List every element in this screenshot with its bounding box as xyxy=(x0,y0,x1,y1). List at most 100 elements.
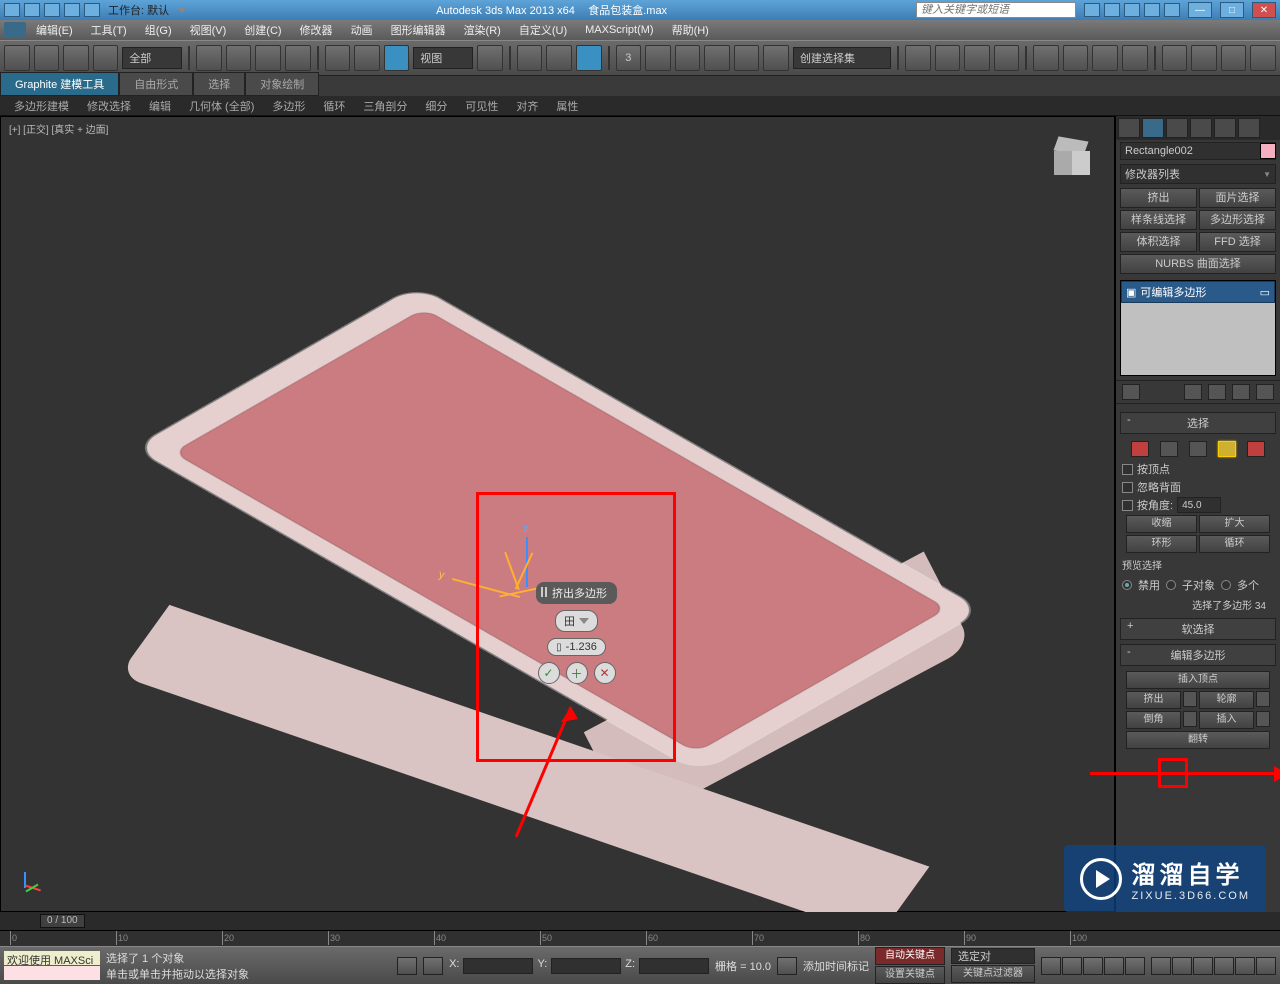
subtab-geomall[interactable]: 几何体 (全部) xyxy=(181,96,262,116)
teapot2-icon[interactable] xyxy=(1250,45,1276,71)
by-angle-row[interactable]: 按角度: 45.0 xyxy=(1122,496,1274,514)
viewport-label[interactable]: [+] [正交] [真实 + 边面] xyxy=(9,121,108,136)
flip-button[interactable]: 翻转 xyxy=(1126,731,1270,749)
zoom-extents-icon[interactable] xyxy=(1193,957,1213,975)
object-name-input[interactable]: Rectangle002 xyxy=(1120,142,1276,160)
menu-help[interactable]: 帮助(H) xyxy=(664,20,717,40)
utilities-tab-icon[interactable] xyxy=(1238,118,1260,138)
new-icon[interactable] xyxy=(4,3,20,17)
redo2-icon[interactable] xyxy=(34,45,60,71)
by-vertex-row[interactable]: 按顶点 xyxy=(1122,460,1274,478)
caddy-value-spinner[interactable]: ▯ -1.236 xyxy=(547,638,606,656)
render-setup-icon[interactable] xyxy=(1092,45,1118,71)
remove-icon[interactable] xyxy=(1232,384,1250,400)
outline-settings-icon[interactable] xyxy=(1256,691,1270,707)
loop-button[interactable]: 循环 xyxy=(1199,535,1270,553)
pan-icon[interactable] xyxy=(1151,957,1171,975)
lock-selection-icon[interactable] xyxy=(397,957,417,975)
ribbon-tab-freeform[interactable]: 自由形式 xyxy=(119,72,193,96)
lock-icon[interactable]: ▭ xyxy=(1260,286,1270,299)
extrude-button[interactable]: 挤出 xyxy=(1126,691,1181,709)
render-prod-icon[interactable] xyxy=(1191,45,1217,71)
caddy-cancel-button[interactable]: ✕ xyxy=(594,662,616,684)
caddy-apply-button[interactable]: ＋ xyxy=(566,662,588,684)
rollout-editpoly-header[interactable]: -编辑多边形 xyxy=(1120,644,1276,666)
maxscript-mini[interactable]: 欢迎使用 MAXSci xyxy=(4,951,100,980)
rollout-selection-header[interactable]: -选择 xyxy=(1120,412,1276,434)
radio-multi[interactable] xyxy=(1221,580,1231,590)
percentsnap-icon[interactable] xyxy=(675,45,701,71)
rollout-softsel-header[interactable]: +软选择 xyxy=(1120,618,1276,640)
selected-set[interactable]: 选定对 xyxy=(951,948,1035,964)
menu-view[interactable]: 视图(V) xyxy=(182,20,235,40)
polygon-level-icon[interactable] xyxy=(1218,441,1236,457)
menu-modifiers[interactable]: 修改器 xyxy=(292,20,341,40)
create-tab-icon[interactable] xyxy=(1118,118,1140,138)
caddy-ok-button[interactable]: ✓ xyxy=(538,662,560,684)
motion-tab-icon[interactable] xyxy=(1190,118,1212,138)
undo2-icon[interactable] xyxy=(4,45,30,71)
rendered-frame-icon[interactable] xyxy=(1122,45,1148,71)
layers-icon[interactable] xyxy=(935,45,961,71)
display-tab-icon[interactable] xyxy=(1214,118,1236,138)
modify-tab-icon[interactable] xyxy=(1142,118,1164,138)
subtab-loops[interactable]: 循环 xyxy=(315,96,353,116)
ribbon-tab-objpaint[interactable]: 对象绘制 xyxy=(245,72,319,96)
checkbox-icon[interactable] xyxy=(1122,500,1133,511)
caddy-mode-dropdown[interactable]: 田 xyxy=(555,610,598,632)
open-icon[interactable] xyxy=(24,3,40,17)
material-editor-icon[interactable] xyxy=(1063,45,1089,71)
z-input[interactable] xyxy=(639,958,709,974)
field-of-view-icon[interactable] xyxy=(1214,957,1234,975)
abs-rel-icon[interactable] xyxy=(777,957,797,975)
subtab-subdiv[interactable]: 细分 xyxy=(417,96,455,116)
modifier-stack[interactable]: ▣ 可编辑多边形 ▭ xyxy=(1120,280,1276,376)
extrude-settings-icon[interactable] xyxy=(1183,691,1197,707)
window-crossing-icon[interactable] xyxy=(285,45,311,71)
subtab-edit[interactable]: 编辑 xyxy=(141,96,179,116)
ring-button[interactable]: 环形 xyxy=(1126,535,1197,553)
edge-level-icon[interactable] xyxy=(1160,441,1178,457)
grow-button[interactable]: 扩大 xyxy=(1199,515,1270,533)
prev-frame-icon[interactable] xyxy=(1062,957,1082,975)
set-btn-volsel[interactable]: 体积选择 xyxy=(1120,232,1197,252)
undo-icon[interactable] xyxy=(64,3,80,17)
subtab-props[interactable]: 属性 xyxy=(548,96,586,116)
teapot-icon[interactable] xyxy=(1221,45,1247,71)
y-input[interactable] xyxy=(551,958,621,974)
graphite-icon[interactable] xyxy=(964,45,990,71)
checkbox-icon[interactable] xyxy=(1122,482,1133,493)
subscription-icon[interactable] xyxy=(1104,3,1120,17)
subtab-polymodel[interactable]: 多边形建模 xyxy=(6,96,77,116)
keyboard-icon[interactable] xyxy=(546,45,572,71)
named-selections-dropdown[interactable]: 创建选择集 xyxy=(793,47,891,69)
border-level-icon[interactable] xyxy=(1189,441,1207,457)
caddy-title[interactable]: 挤出多边形 xyxy=(536,582,617,604)
radio-disabled[interactable] xyxy=(1122,580,1132,590)
subtab-polygons[interactable]: 多边形 xyxy=(264,96,313,116)
favorites-icon[interactable] xyxy=(1144,3,1160,17)
bevel-button[interactable]: 倒角 xyxy=(1126,711,1181,729)
schematic-icon[interactable] xyxy=(1033,45,1059,71)
pivot-icon[interactable] xyxy=(477,45,503,71)
play-icon[interactable] xyxy=(1083,957,1103,975)
subtab-modsel[interactable]: 修改选择 xyxy=(79,96,139,116)
link-icon[interactable] xyxy=(63,45,89,71)
setkey-button[interactable]: 设置关键点 xyxy=(875,966,945,984)
redo-icon[interactable] xyxy=(84,3,100,17)
goto-end-icon[interactable] xyxy=(1125,957,1145,975)
inset-button[interactable]: 插入 xyxy=(1199,711,1254,729)
snap-icon[interactable] xyxy=(576,45,602,71)
set-btn-nurbs[interactable]: NURBS 曲面选择 xyxy=(1120,254,1276,274)
next-frame-icon[interactable] xyxy=(1104,957,1124,975)
subtab-tri[interactable]: 三角剖分 xyxy=(355,96,415,116)
help-icon[interactable] xyxy=(1164,3,1180,17)
outline-button[interactable]: 轮廓 xyxy=(1199,691,1254,709)
select-region-icon[interactable] xyxy=(255,45,281,71)
expand-icon[interactable]: ▣ xyxy=(1126,286,1136,299)
time-slider[interactable]: 0 / 100 xyxy=(0,912,1280,930)
goto-start-icon[interactable] xyxy=(1041,957,1061,975)
editnamedsel-icon[interactable] xyxy=(734,45,760,71)
iso-selection-icon[interactable] xyxy=(423,957,443,975)
show-end-icon[interactable] xyxy=(1184,384,1202,400)
